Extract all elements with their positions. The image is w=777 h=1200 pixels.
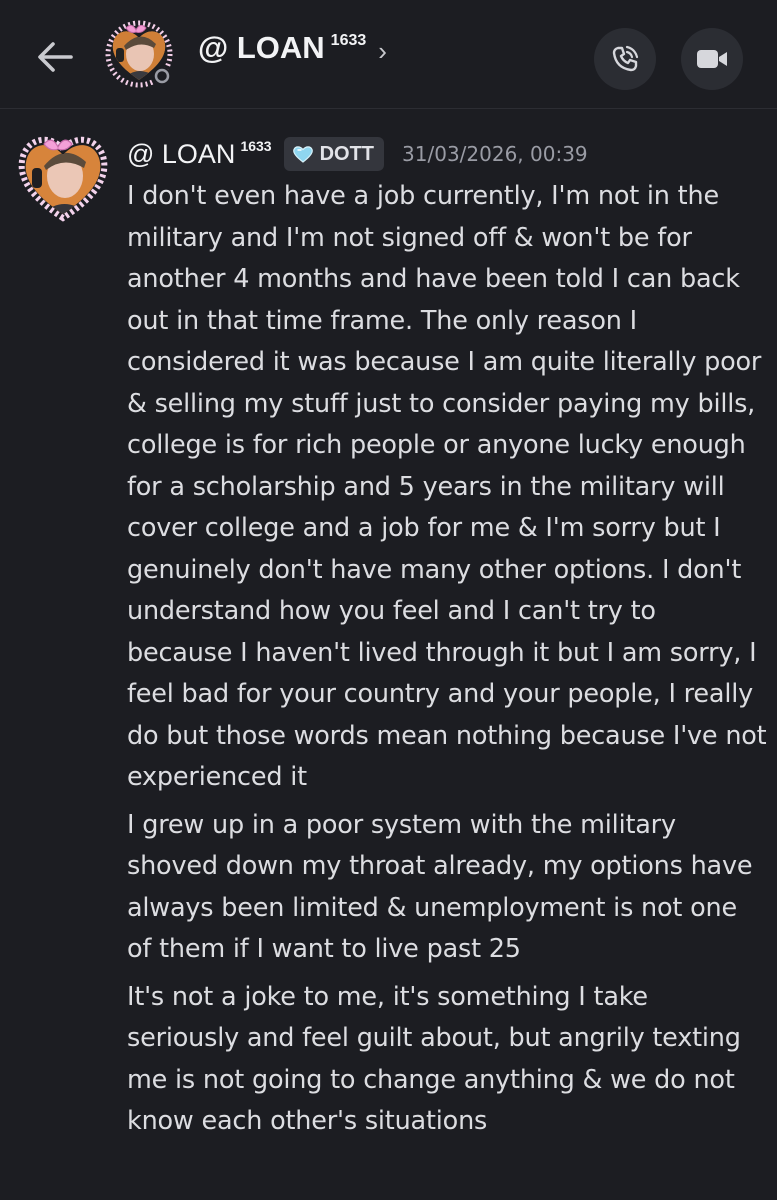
arrow-left-icon bbox=[38, 42, 73, 72]
header-title: @ LOAN bbox=[198, 30, 325, 65]
username-sup: 1633 bbox=[240, 137, 272, 154]
message-paragraph: I don't even have a job currently, I'm n… bbox=[127, 181, 767, 792]
clan-tag[interactable]: DOTT bbox=[283, 137, 385, 171]
header-title-sup: 1633 bbox=[330, 32, 367, 49]
back-button[interactable] bbox=[30, 32, 80, 82]
message-paragraph: It's not a joke to me, it's something I … bbox=[127, 981, 741, 1137]
clan-tag-label: DOTT bbox=[319, 142, 375, 165]
message-header: @ LOAN 1633 DOTT 31/03/2026, 00:39 bbox=[127, 134, 588, 174]
dm-screen: @ LOAN 1633 › @ LOAN 1633 DOTT 31/03/202… bbox=[0, 0, 777, 1200]
dm-header: @ LOAN 1633 › bbox=[0, 0, 777, 109]
avatar-image bbox=[18, 136, 108, 222]
message-content[interactable]: I don't even have a job currently, I'm n… bbox=[127, 176, 767, 1149]
phone-call-icon bbox=[612, 45, 639, 72]
message-paragraph: I grew up in a poor system with the mili… bbox=[127, 809, 753, 965]
video-camera-icon bbox=[697, 50, 727, 68]
message-avatar[interactable] bbox=[16, 128, 110, 222]
header-avatar[interactable] bbox=[104, 18, 174, 88]
message-timestamp: 31/03/2026, 00:39 bbox=[402, 142, 588, 166]
avatar-image bbox=[105, 20, 173, 88]
chevron-right-icon: › bbox=[378, 36, 387, 66]
video-call-button[interactable] bbox=[681, 28, 743, 90]
heart-gem-icon bbox=[292, 146, 313, 163]
voice-call-button[interactable] bbox=[594, 28, 656, 90]
header-title-button[interactable]: @ LOAN 1633 › bbox=[198, 30, 387, 76]
username-text: @ LOAN bbox=[127, 138, 236, 169]
message-username[interactable]: @ LOAN 1633 bbox=[127, 137, 272, 170]
